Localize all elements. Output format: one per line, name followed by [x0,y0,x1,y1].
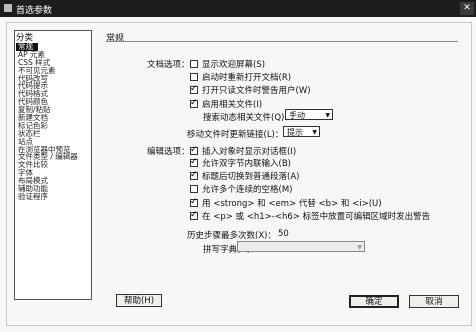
history-steps-value[interactable]: 50 [278,229,289,239]
checkbox-icon[interactable] [190,84,198,94]
close-icon[interactable]: ✕ [460,2,474,15]
select-value: 提示 [287,128,303,137]
title-bar: 首选参数 ✕ [0,0,476,17]
checkbox-icon[interactable] [190,60,198,68]
checkbox-label: 用 <strong> 和 <em> 代替 <b> 和 <i>(U) [202,199,382,209]
chevron-down-icon: ▼ [357,244,362,251]
checkbox-icon[interactable] [190,197,198,207]
section-title: 常规 [106,34,125,44]
discover-related-label: 搜索动态相关文件(Q)： [203,113,293,123]
checkbox-label: 打开只读文件时警告用户(W) [202,86,311,96]
checkbox-label: 启用相关文件(I) [202,100,263,110]
discover-related-select[interactable]: 手动 ▼ [285,109,333,120]
checkbox-show-welcome[interactable]: 显示欢迎屏幕(S) [190,58,265,70]
chevron-down-icon: ▼ [312,129,317,136]
update-links-select[interactable]: 提示 ▼ [283,126,320,137]
checkbox-multiple-spaces[interactable]: 允许多个连续的空格(M) [190,183,292,195]
checkbox-icon[interactable] [190,170,198,180]
checkbox-label: 允许多个连续的空格(M) [202,185,293,195]
spell-dictionary-select[interactable]: ▼ [237,241,365,252]
category-list: 常规 AP 元素 CSS 样式 不可见元素 代码改写 代码提示 代码格式 代码颜色 复制/粘贴新… [16,43,89,201]
checkbox-show-dialog[interactable]: 插入对象时显示对话框(I) [190,145,296,157]
checkbox-related-files[interactable]: 启用相关文件(I) [190,98,262,110]
checkbox-icon[interactable] [190,145,198,155]
checkbox-switch-paragraph[interactable]: 标题后切换到普通段落(A) [190,170,299,182]
edit-options-label: 编辑选项： [147,147,190,157]
select-value: 手动 [289,111,305,120]
history-steps-label: 历史步骤最多次数(X)： [187,231,276,241]
category-item[interactable]: 验证程序 [16,192,89,201]
cancel-button[interactable]: 取消 [409,295,459,308]
ok-button[interactable]: 确定 [349,295,399,308]
help-button[interactable]: 帮助(H) [116,294,162,307]
checkbox-icon[interactable] [190,157,198,167]
checkbox-label: 显示欢迎屏幕(S) [202,60,266,70]
checkbox-warn-editable[interactable]: 在 <p> 或 <h1>-<h6> 标签中放置可编辑区域时发出警告 [190,210,430,222]
doc-options-label: 文档选项： [147,60,190,70]
checkbox-icon[interactable] [190,98,198,108]
chevron-down-icon: ▼ [325,112,330,119]
checkbox-icon[interactable] [190,185,198,193]
checkbox-reopen-docs[interactable]: 启动时重新打开文档(R) [190,71,291,83]
checkbox-strong-em[interactable]: 用 <strong> 和 <em> 代替 <b> 和 <i>(U) [190,197,382,209]
checkbox-label: 允许双字节内联输入(B) [202,159,291,169]
checkbox-label: 启动时重新打开文档(R) [202,73,292,83]
update-links-label: 移动文件时更新链接(L)： [187,130,284,140]
checkbox-label: 标题后切换到普通段落(A) [202,172,300,182]
window-title: 首选参数 [16,6,53,16]
checkbox-double-byte[interactable]: 允许双字节内联输入(B) [190,157,291,169]
checkbox-warn-readonly[interactable]: 打开只读文件时警告用户(W) [190,84,311,96]
checkbox-label: 在 <p> 或 <h1>-<h6> 标签中放置可编辑区域时发出警告 [202,212,431,222]
app-icon [4,4,12,12]
checkbox-icon[interactable] [190,210,198,220]
section-divider [106,41,458,42]
checkbox-icon[interactable] [190,73,198,81]
checkbox-label: 插入对象时显示对话框(I) [202,147,297,157]
